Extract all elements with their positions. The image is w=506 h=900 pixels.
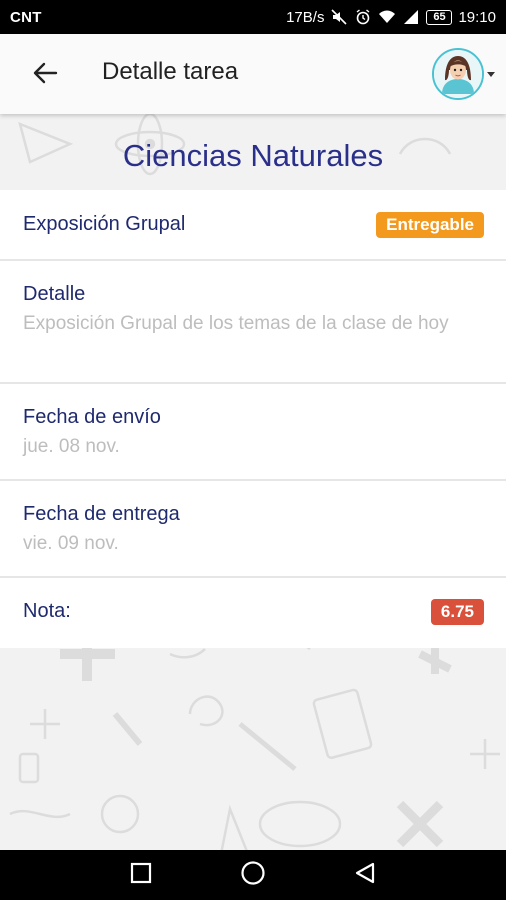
- arrow-left-icon: [32, 60, 58, 91]
- grade-row: Nota: 6.75: [0, 578, 506, 648]
- user-menu-button[interactable]: [432, 47, 496, 101]
- app-bar: Detalle tarea: [0, 34, 506, 114]
- net-speed: 17B/s: [286, 8, 325, 26]
- clock: 19:10: [458, 8, 496, 26]
- back-button[interactable]: [26, 56, 64, 94]
- recent-apps-button[interactable]: [128, 862, 154, 888]
- carrier-name: CNT: [10, 8, 42, 26]
- chevron-down-icon: [487, 71, 495, 77]
- recent-apps-icon: [130, 862, 152, 889]
- task-title: Exposición Grupal: [23, 213, 186, 235]
- due-date-value: vie. 09 nov.: [23, 533, 119, 554]
- detail-row: Detalle Exposición Grupal de los temas d…: [0, 261, 506, 384]
- nav-back-button[interactable]: [352, 862, 378, 888]
- task-title-row: Exposición Grupal Entregable: [0, 190, 506, 260]
- grade-badge: 6.75: [430, 599, 484, 625]
- home-button[interactable]: [240, 860, 266, 891]
- sent-date-row: Fecha de envío jue. 08 nov.: [0, 384, 506, 480]
- sent-date-label: Fecha de envío: [23, 406, 161, 428]
- subject-title: Ciencias Naturales: [122, 138, 384, 173]
- due-date-row: Fecha de entrega vie. 09 nov.: [0, 481, 506, 577]
- back-icon: [353, 861, 377, 890]
- task-type-badge: Entregable: [376, 212, 484, 238]
- task-detail-card: Exposición Grupal Entregable Detalle Exp…: [0, 190, 506, 648]
- detail-label: Detalle: [23, 283, 86, 305]
- avatar: [432, 48, 484, 100]
- signal-icon: [402, 8, 420, 26]
- status-bar: CNT 17B/s 65 19:10: [0, 0, 506, 34]
- system-nav-bar: [0, 850, 506, 900]
- detail-text: Exposición Grupal de los temas de la cla…: [23, 313, 449, 334]
- page-title: Detalle tarea: [102, 58, 239, 85]
- wifi-icon: [378, 8, 396, 26]
- mute-icon: [330, 8, 348, 26]
- due-date-label: Fecha de entrega: [23, 503, 180, 525]
- battery-icon: 65: [426, 9, 453, 25]
- home-icon: [240, 860, 266, 891]
- sent-date-value: jue. 08 nov.: [23, 436, 120, 457]
- status-icons: 17B/s 65 19:10: [286, 8, 496, 26]
- alarm-icon: [354, 8, 372, 26]
- grade-label: Nota:: [23, 600, 71, 622]
